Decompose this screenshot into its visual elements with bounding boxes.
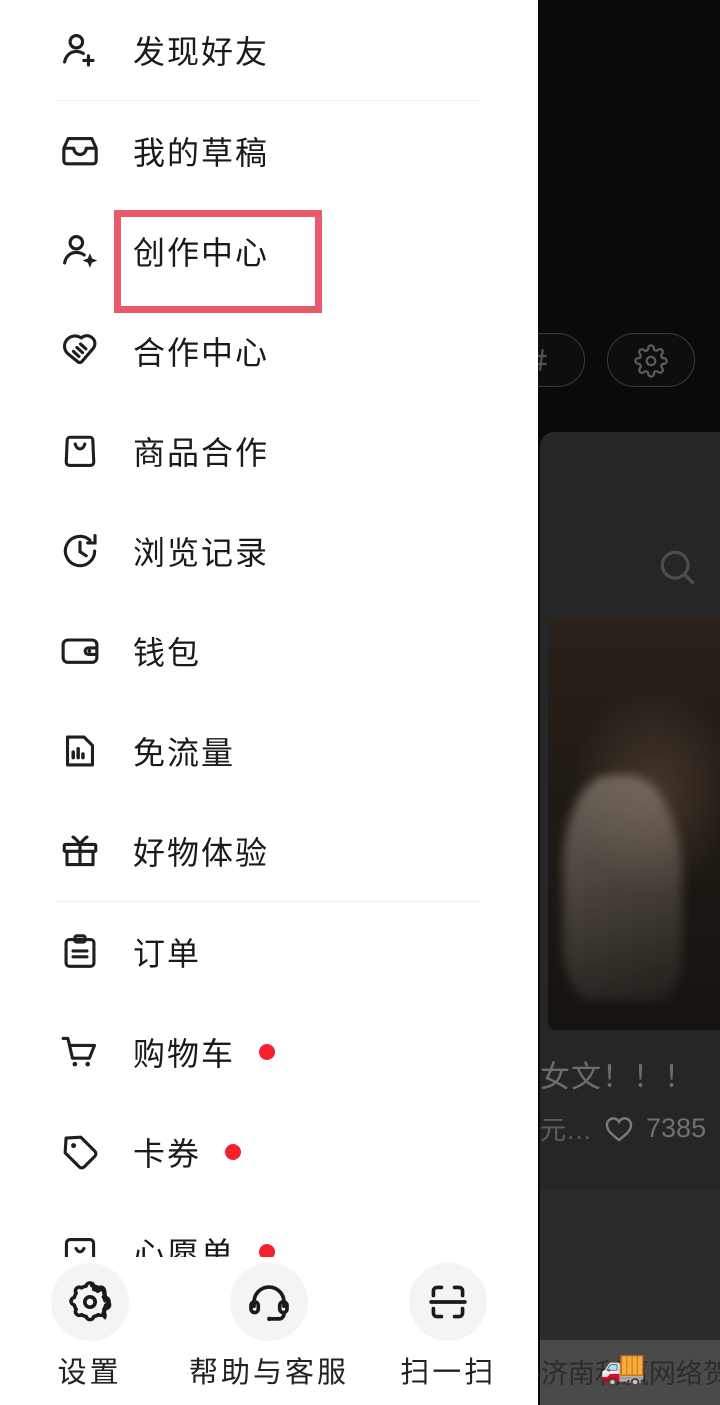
menu-item-label: 免流量	[133, 735, 236, 771]
bottom-bar-label: 扫一扫	[400, 1357, 497, 1389]
menu-item-shopping-cart[interactable]: 购物车	[0, 1002, 538, 1102]
menu-item-label: 好物体验	[133, 835, 270, 871]
menu-item-label: 订单	[133, 936, 202, 972]
drawer-bottom-bar: 设置 帮助与客服 扫一扫	[0, 1257, 538, 1405]
menu-item-label: 合作中心	[133, 335, 270, 371]
menu-item-label: 商品合作	[133, 435, 270, 471]
badge-dot	[225, 1144, 242, 1160]
menu-item-label: 购物车	[133, 1036, 236, 1072]
menu-item-label: 卡券	[133, 1136, 202, 1172]
bottom-bar-item-settings[interactable]: 设置	[15, 1263, 165, 1391]
menu-item-discover-friends[interactable]: 发现好友	[0, 0, 538, 100]
menu-item-label: 浏览记录	[133, 535, 270, 571]
menu-item-label: 心愿单	[133, 1236, 236, 1260]
menu-item-label: 创作中心	[133, 235, 270, 271]
menu-item-label: 钱包	[133, 635, 202, 671]
background-post-meta: 元… 7385	[540, 1108, 720, 1148]
menu-item-creator-center[interactable]: 创作中心	[0, 201, 538, 301]
wish-icon	[57, 1229, 103, 1260]
menu-item-label: 发现好友	[133, 34, 270, 70]
user-add-icon	[57, 27, 103, 73]
headset-icon	[229, 1263, 308, 1341]
background-post-caption: 女文！！！	[540, 1061, 695, 1094]
cart-icon	[57, 1029, 103, 1075]
user-sparkle-icon	[57, 228, 103, 274]
background-post-image	[548, 618, 720, 1030]
history-clock-icon	[57, 528, 103, 574]
menu-item-product-cooperation[interactable]: 商品合作	[0, 401, 538, 501]
menu-item-free-data[interactable]: 免流量	[0, 701, 538, 801]
background-next-card	[540, 1190, 720, 1340]
search-icon[interactable]	[655, 545, 699, 589]
background-like-count: 7385	[646, 1112, 707, 1143]
gear-icon	[634, 344, 668, 378]
watermark-truck-icon: 🚚	[599, 1349, 647, 1387]
menu-item-browse-history[interactable]: 浏览记录	[0, 501, 538, 601]
drawer-menu-list[interactable]: 发现好友 我的草稿 创作中心 合作中心 商品合作 浏览记录 钱包 免流量 好物体…	[0, 0, 538, 1260]
menu-item-my-drafts[interactable]: 我的草稿	[0, 101, 538, 201]
clipboard-icon	[57, 929, 103, 975]
inbox-icon	[57, 128, 103, 174]
side-drawer: 发现好友 我的草稿 创作中心 合作中心 商品合作 浏览记录 钱包 免流量 好物体…	[0, 0, 538, 1405]
menu-item-good-things-experience[interactable]: 好物体验	[0, 801, 538, 901]
scan-icon	[409, 1263, 488, 1341]
menu-item-wallet[interactable]: 钱包	[0, 601, 538, 701]
menu-group-creator: 我的草稿 创作中心 合作中心 商品合作 浏览记录 钱包 免流量 好物体验	[0, 101, 538, 901]
background-settings-pill[interactable]	[607, 333, 695, 387]
menu-item-coupons[interactable]: 卡券	[0, 1102, 538, 1202]
menu-group-friends: 发现好友	[0, 0, 538, 100]
wallet-icon	[57, 628, 103, 674]
menu-item-wishlist[interactable]: 心愿单	[0, 1202, 538, 1260]
menu-item-cooperation-center[interactable]: 合作中心	[0, 301, 538, 401]
badge-dot	[259, 1044, 276, 1060]
sim-card-icon	[57, 728, 103, 774]
shopping-bag-icon	[57, 428, 103, 474]
gear-icon	[50, 1263, 129, 1341]
background-meta-truncated: 元…	[540, 1114, 593, 1145]
menu-item-label: 我的草稿	[133, 135, 270, 171]
bottom-bar-item-help[interactable]: 帮助与客服	[189, 1263, 346, 1391]
gift-icon	[57, 828, 103, 874]
tag-icon	[57, 1129, 103, 1175]
bottom-bar-label: 设置	[57, 1357, 122, 1389]
heart-icon[interactable]	[602, 1111, 636, 1145]
bottom-bar-item-scan[interactable]: 扫一扫	[373, 1263, 523, 1391]
menu-item-orders[interactable]: 订单	[0, 902, 538, 1002]
handshake-icon	[57, 328, 103, 374]
menu-group-shopping: 订单 购物车 卡券 心愿单	[0, 902, 538, 1260]
app-root: 女文！！！ 元… 7385 头条 @济南利嬴网络贺家林 🚚	[0, 0, 720, 1405]
bottom-bar-label: 帮助与客服	[188, 1357, 349, 1389]
